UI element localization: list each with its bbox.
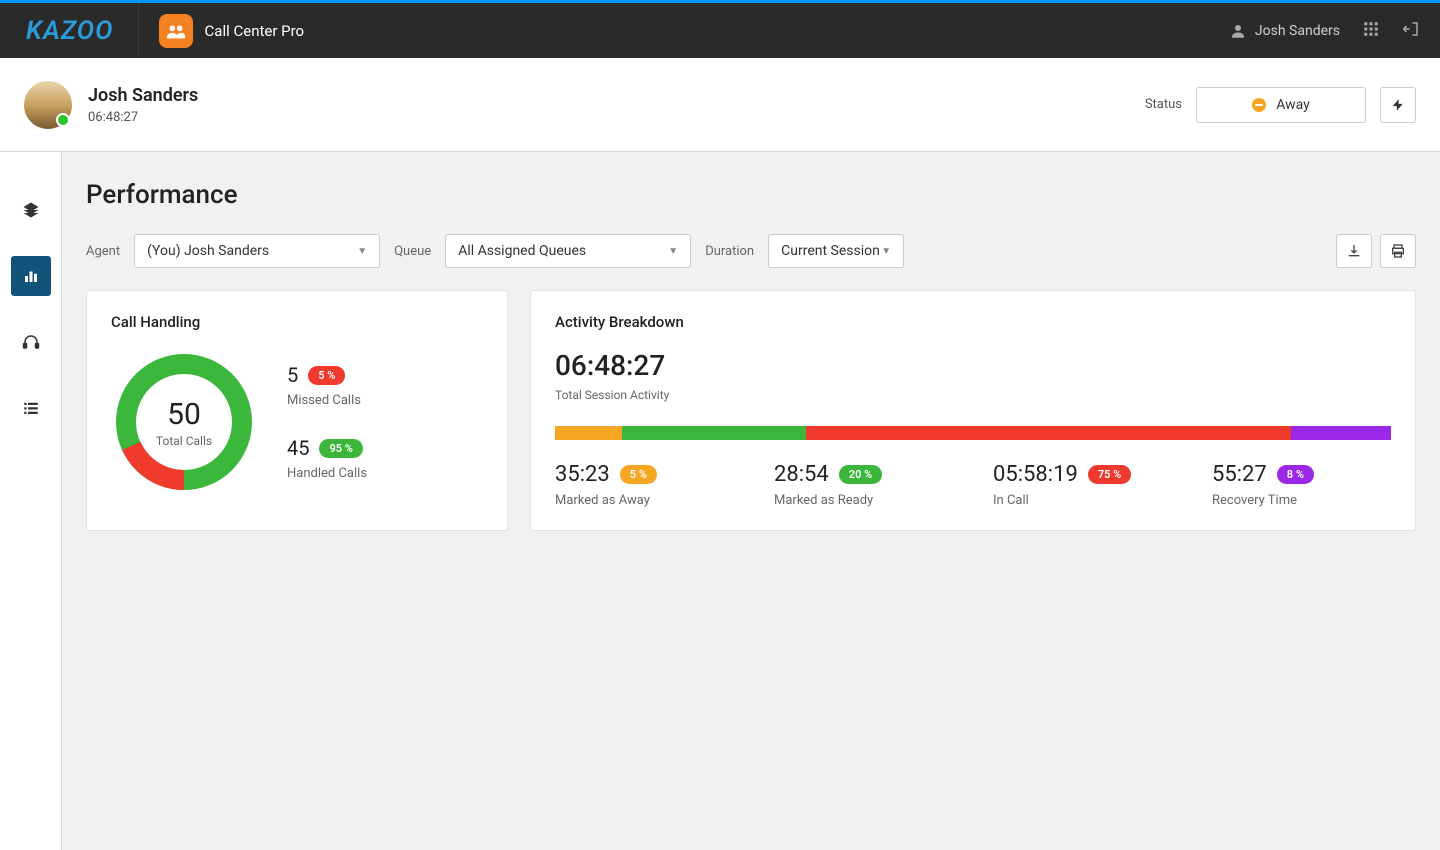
incall-pct: 75 % [1088, 465, 1131, 484]
main-content: Performance Agent (You) Josh Sanders ▼ Q… [62, 152, 1440, 850]
header-user[interactable]: Josh Sanders [1229, 22, 1340, 40]
subheader: Josh Sanders 06:48:27 Status Away [0, 58, 1440, 152]
activity-seg-ready [622, 426, 806, 440]
recovery-pct: 8 % [1277, 465, 1314, 484]
missed-calls-label: Missed Calls [287, 393, 367, 408]
missed-calls-pct: 5 % [308, 366, 345, 385]
brand-logo: KAZOO [26, 16, 114, 46]
recovery-label: Recovery Time [1212, 493, 1391, 508]
status-select[interactable]: Away [1196, 87, 1366, 123]
avatar [24, 81, 72, 129]
total-calls-label: Total Calls [156, 434, 212, 448]
logout-icon[interactable] [1402, 20, 1420, 42]
ready-pct: 20 % [839, 465, 882, 484]
status-label: Status [1145, 97, 1182, 112]
chevron-down-icon: ▼ [668, 246, 678, 257]
download-button[interactable] [1336, 234, 1372, 268]
away-pct: 5 % [620, 465, 657, 484]
sidebar-item-layers[interactable] [11, 190, 51, 230]
activity-col-recovery: 55:27 8 % Recovery Time [1212, 462, 1391, 508]
away-label: Marked as Away [555, 493, 734, 508]
apps-grid-icon[interactable] [1362, 20, 1380, 42]
queue-select-value: All Assigned Queues [458, 243, 586, 259]
activity-seg-recovery [1291, 426, 1391, 440]
handled-calls-label: Handled Calls [287, 466, 367, 481]
handled-calls-pct: 95 % [319, 439, 362, 458]
print-icon [1390, 243, 1406, 259]
print-button[interactable] [1380, 234, 1416, 268]
activity-seg-away [555, 426, 622, 440]
bar-chart-icon [22, 267, 40, 285]
session-time: 06:48:27 [88, 110, 198, 125]
divider [138, 3, 139, 58]
activity-col-incall: 05:58:19 75 % In Call [993, 462, 1172, 508]
chevron-down-icon: ▼ [881, 246, 891, 257]
queue-select[interactable]: All Assigned Queues ▼ [445, 234, 691, 268]
call-handling-title: Call Handling [111, 313, 483, 331]
duration-filter-label: Duration [705, 244, 754, 259]
activity-title: Activity Breakdown [555, 313, 1391, 331]
queue-filter-label: Queue [394, 244, 431, 259]
missed-calls-value: 5 [287, 363, 298, 387]
handled-calls-value: 45 [287, 436, 309, 460]
call-handling-card: Call Handling 50 Total Calls [86, 290, 508, 531]
activity-seg-incall [806, 426, 1291, 440]
header: KAZOO Call Center Pro Josh Sanders [0, 3, 1440, 58]
incall-label: In Call [993, 493, 1172, 508]
activity-col-away: 35:23 5 % Marked as Away [555, 462, 734, 508]
agent-filter-label: Agent [86, 244, 120, 259]
activity-col-ready: 28:54 20 % Marked as Ready [774, 462, 953, 508]
list-icon [22, 399, 40, 417]
agent-select-value: (You) Josh Sanders [147, 243, 269, 259]
chevron-down-icon: ▼ [357, 246, 367, 257]
bolt-icon [1391, 98, 1405, 112]
page-title: Performance [86, 180, 1416, 210]
header-user-name: Josh Sanders [1255, 23, 1340, 39]
quick-action-button[interactable] [1380, 87, 1416, 123]
handled-calls-row: 45 95 % Handled Calls [287, 436, 367, 481]
headset-icon [22, 333, 40, 351]
status-value: Away [1276, 97, 1310, 113]
user-icon [1229, 22, 1247, 40]
activity-bar [555, 426, 1391, 440]
activity-total-label: Total Session Activity [555, 388, 1391, 402]
sidebar [0, 152, 62, 850]
recovery-value: 55:27 [1212, 462, 1267, 487]
call-handling-donut: 50 Total Calls [111, 349, 257, 495]
away-status-icon [1252, 98, 1266, 112]
ready-value: 28:54 [774, 462, 829, 487]
ready-label: Marked as Ready [774, 493, 953, 508]
sidebar-item-list[interactable] [11, 388, 51, 428]
away-value: 35:23 [555, 462, 610, 487]
incall-value: 05:58:19 [993, 462, 1078, 487]
layers-icon [22, 201, 40, 219]
user-name: Josh Sanders [88, 85, 198, 106]
app-icon [159, 14, 193, 48]
duration-select-value: Current Session [781, 243, 880, 259]
app-title: Call Center Pro [205, 22, 305, 40]
activity-total-time: 06:48:27 [555, 349, 1391, 382]
activity-breakdown-card: Activity Breakdown 06:48:27 Total Sessio… [530, 290, 1416, 531]
agent-select[interactable]: (You) Josh Sanders ▼ [134, 234, 380, 268]
sidebar-item-performance[interactable] [11, 256, 51, 296]
duration-select[interactable]: Current Session ▼ [768, 234, 904, 268]
missed-calls-row: 5 5 % Missed Calls [287, 363, 367, 408]
filters: Agent (You) Josh Sanders ▼ Queue All Ass… [86, 234, 1416, 268]
download-icon [1346, 243, 1362, 259]
total-calls-value: 50 [167, 397, 201, 432]
sidebar-item-headset[interactable] [11, 322, 51, 362]
